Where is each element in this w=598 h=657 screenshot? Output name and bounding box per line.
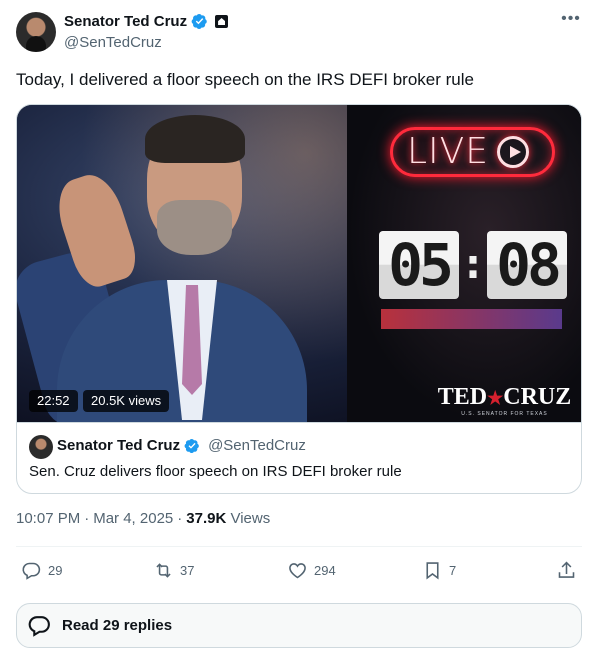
reply-count: 29 (48, 563, 63, 578)
flip-clock: 05 : 08 (379, 231, 567, 299)
video-thumbnail[interactable]: LIVE 05 : 08 TED★CRUZ U.S. SENATOR FOR T… (17, 105, 581, 422)
repost-count: 37 (180, 563, 195, 578)
brand-name-first: TED (437, 384, 488, 410)
display-name[interactable]: Senator Ted Cruz (64, 13, 187, 30)
live-label: LIVE (407, 131, 490, 172)
heart-icon (289, 563, 306, 579)
video-card[interactable]: LIVE 05 : 08 TED★CRUZ U.S. SENATOR FOR T… (16, 104, 582, 494)
live-neon-sign: LIVE (390, 127, 555, 177)
bookmark-count: 7 (449, 563, 457, 578)
card-title: Sen. Cruz delivers floor speech on IRS D… (29, 463, 402, 480)
like-button[interactable]: 294 (287, 560, 336, 581)
read-replies-label: Read 29 replies (62, 617, 173, 634)
reply-button[interactable]: 29 (21, 560, 62, 581)
speaker-beard (157, 200, 232, 255)
tweet-date[interactable]: Mar 4, 2025 (93, 510, 173, 527)
repost-button[interactable]: 37 (153, 560, 194, 581)
clock-colon: : (465, 242, 481, 288)
read-replies-button[interactable]: Read 29 replies (16, 603, 582, 648)
brand-wordmark: TED★CRUZ (432, 385, 577, 410)
card-info[interactable]: Senator Ted Cruz @SenTedCruz Sen. Cruz d… (17, 422, 581, 493)
clock-seconds: 08 (487, 231, 567, 299)
duration-badge: 22:52 (29, 390, 78, 412)
verified-badge-icon (191, 14, 207, 29)
tweet-time[interactable]: 10:07 PM (16, 510, 80, 527)
views-label: Views (230, 510, 271, 527)
views-badge: 20.5K views (83, 390, 170, 412)
avatar[interactable] (16, 12, 56, 52)
card-author-name: Senator Ted Cruz (57, 437, 181, 454)
bookmark-button[interactable]: 7 (422, 560, 456, 581)
brand-tagline: U.S. SENATOR FOR TEXAS (461, 411, 548, 417)
card-avatar (29, 435, 53, 459)
tweet-text: Today, I delivered a floor speech on the… (16, 70, 474, 89)
like-count: 294 (314, 563, 336, 578)
meta-separator: · (177, 510, 183, 527)
speaker-hair (145, 115, 245, 163)
author-name-row: Senator Ted Cruz (64, 13, 229, 30)
brand-name-second: CRUZ (503, 384, 572, 410)
brand-logo: TED★CRUZ U.S. SENATOR FOR TEXAS (432, 385, 577, 417)
clock-minutes: 05 (379, 231, 459, 299)
bookmark-icon (426, 562, 439, 580)
repost-icon (156, 563, 171, 578)
card-author-handle: @SenTedCruz (208, 437, 306, 454)
card-author-row: Senator Ted Cruz @SenTedCruz (57, 437, 306, 454)
reply-icon (22, 562, 41, 580)
tweet-header: Senator Ted Cruz @SenTedCruz ••• (16, 11, 582, 56)
government-badge-icon (215, 15, 229, 28)
gradient-bar (381, 309, 562, 329)
author-handle[interactable]: @SenTedCruz (64, 34, 162, 51)
share-icon (558, 561, 575, 578)
reply-icon (28, 616, 50, 637)
divider (16, 546, 582, 547)
verified-badge-icon (184, 438, 199, 453)
play-icon (497, 136, 530, 168)
view-count-group[interactable]: 37.9K Views (186, 510, 270, 527)
tweet-meta: 10:07 PM · Mar 4, 2025 · 37.9K Views (16, 510, 270, 527)
action-bar: 29 37 294 7 (16, 560, 582, 586)
texas-star-icon: ★ (487, 388, 504, 408)
view-count: 37.9K (186, 510, 227, 527)
share-button[interactable] (556, 560, 577, 581)
meta-separator: · (84, 510, 90, 527)
more-options-icon[interactable]: ••• (560, 11, 582, 34)
